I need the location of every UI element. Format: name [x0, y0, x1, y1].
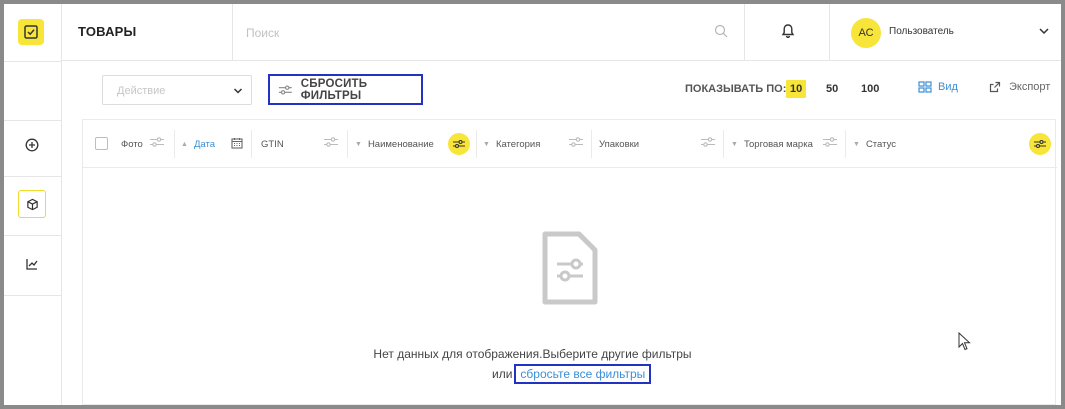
header-divider	[232, 4, 233, 61]
column-divider	[591, 130, 592, 158]
column-header-packages[interactable]: Упаковки	[599, 120, 639, 168]
filter-icon[interactable]	[568, 136, 584, 148]
column-label: Фото	[121, 138, 143, 150]
app-window: ТОВАРЫ АС Пользователь Действие СБ	[4, 4, 1061, 405]
chevron-down-icon	[233, 88, 243, 94]
app-logo[interactable]	[18, 19, 44, 45]
empty-state-prefix: или	[492, 367, 513, 381]
user-name[interactable]: Пользователь	[889, 26, 954, 37]
sliders-icon	[278, 84, 292, 95]
chevron-down-icon[interactable]	[1038, 26, 1050, 36]
column-label: Дата	[193, 138, 215, 150]
sidebar-divider	[4, 235, 62, 236]
filter-icon[interactable]	[323, 136, 339, 148]
sidebar-item-analytics[interactable]	[18, 250, 46, 278]
sidebar	[4, 4, 62, 405]
header-divider	[829, 4, 830, 61]
filter-active-icon[interactable]	[1029, 133, 1051, 155]
column-divider	[845, 130, 846, 158]
avatar[interactable]: АС	[851, 18, 881, 48]
column-header-status[interactable]: ▼ Статус	[853, 120, 896, 168]
column-header-photo[interactable]: Фото	[121, 120, 143, 168]
chart-icon	[26, 259, 38, 270]
column-header-gtin[interactable]: GTIN	[261, 120, 284, 168]
table-header: Фото ▲ Дата GTIN ▼ Наименование ▼ Катего…	[83, 120, 1057, 168]
sidebar-divider	[4, 120, 62, 121]
view-button[interactable]: Вид	[918, 81, 958, 93]
view-layout-icon	[918, 81, 932, 93]
column-divider	[347, 130, 348, 158]
column-header-date[interactable]: ▲ Дата	[181, 120, 215, 168]
page-size-label: ПОКАЗЫВАТЬ ПО:	[685, 83, 787, 95]
calendar-icon[interactable]	[231, 137, 243, 149]
export-label: Экспорт	[1009, 81, 1051, 93]
reset-filters-label: СБРОСИТЬ ФИЛЬТРЫ	[300, 77, 368, 102]
column-divider	[174, 130, 175, 158]
sidebar-item-products[interactable]	[18, 190, 46, 218]
reset-filters-button[interactable]: СБРОСИТЬ ФИЛЬТРЫ	[268, 74, 423, 105]
column-divider	[251, 130, 252, 158]
bell-icon[interactable]	[780, 23, 796, 39]
box-icon	[26, 198, 38, 210]
select-all-checkbox[interactable]	[95, 137, 108, 150]
sliders-icon	[1034, 139, 1046, 149]
filter-active-icon[interactable]	[448, 133, 470, 155]
column-label: Категория	[495, 138, 541, 150]
page-size-option-100[interactable]: 100	[861, 80, 879, 98]
sort-desc-icon: ▼	[853, 140, 860, 148]
column-divider	[476, 130, 477, 158]
sidebar-divider	[4, 176, 62, 177]
sort-desc-icon: ▼	[355, 140, 362, 148]
sort-asc-icon: ▲	[181, 140, 188, 148]
filter-icon[interactable]	[149, 136, 165, 148]
filter-icon[interactable]	[700, 136, 716, 148]
export-button[interactable]: Экспорт	[989, 81, 1050, 93]
empty-document-icon	[542, 231, 598, 305]
empty-state-message: Нет данных для отображения.Выберите друг…	[373, 347, 692, 361]
column-label: Наименование	[367, 138, 434, 150]
search-input[interactable]	[246, 22, 716, 44]
action-select[interactable]: Действие	[102, 75, 252, 105]
column-divider	[723, 130, 724, 158]
top-header: ТОВАРЫ АС Пользователь	[62, 4, 1061, 61]
sidebar-item-add[interactable]	[18, 131, 46, 159]
page-size-option-50[interactable]: 50	[826, 80, 838, 98]
page-title: ТОВАРЫ	[78, 24, 137, 39]
column-label: Торговая марка	[743, 138, 813, 150]
reset-all-filters-link[interactable]: сбросьте все фильтры	[514, 364, 652, 384]
column-label: Упаковки	[599, 138, 640, 150]
search-icon[interactable]	[714, 24, 728, 38]
column-label: GTIN	[261, 138, 284, 150]
export-icon	[989, 81, 1001, 93]
column-header-category[interactable]: ▼ Категория	[483, 120, 540, 168]
sort-desc-icon: ▼	[483, 140, 490, 148]
filter-icon[interactable]	[822, 136, 838, 148]
page-size-option-10[interactable]: 10	[786, 80, 807, 98]
add-circle-icon	[25, 138, 39, 152]
column-header-name[interactable]: ▼ Наименование	[355, 120, 434, 168]
empty-state-line2: или сбросьте все фильтры	[492, 364, 652, 384]
sidebar-divider	[4, 295, 62, 296]
mouse-cursor-icon	[958, 332, 971, 351]
checklist-logo-icon	[24, 25, 38, 39]
header-divider	[744, 4, 745, 61]
sidebar-divider	[4, 61, 62, 62]
view-label: Вид	[938, 81, 958, 93]
sort-desc-icon: ▼	[731, 140, 738, 148]
action-select-placeholder: Действие	[117, 85, 166, 97]
column-label: Статус	[865, 138, 896, 150]
sliders-icon	[453, 139, 465, 149]
column-header-brand[interactable]: ▼ Торговая марка	[731, 120, 813, 168]
